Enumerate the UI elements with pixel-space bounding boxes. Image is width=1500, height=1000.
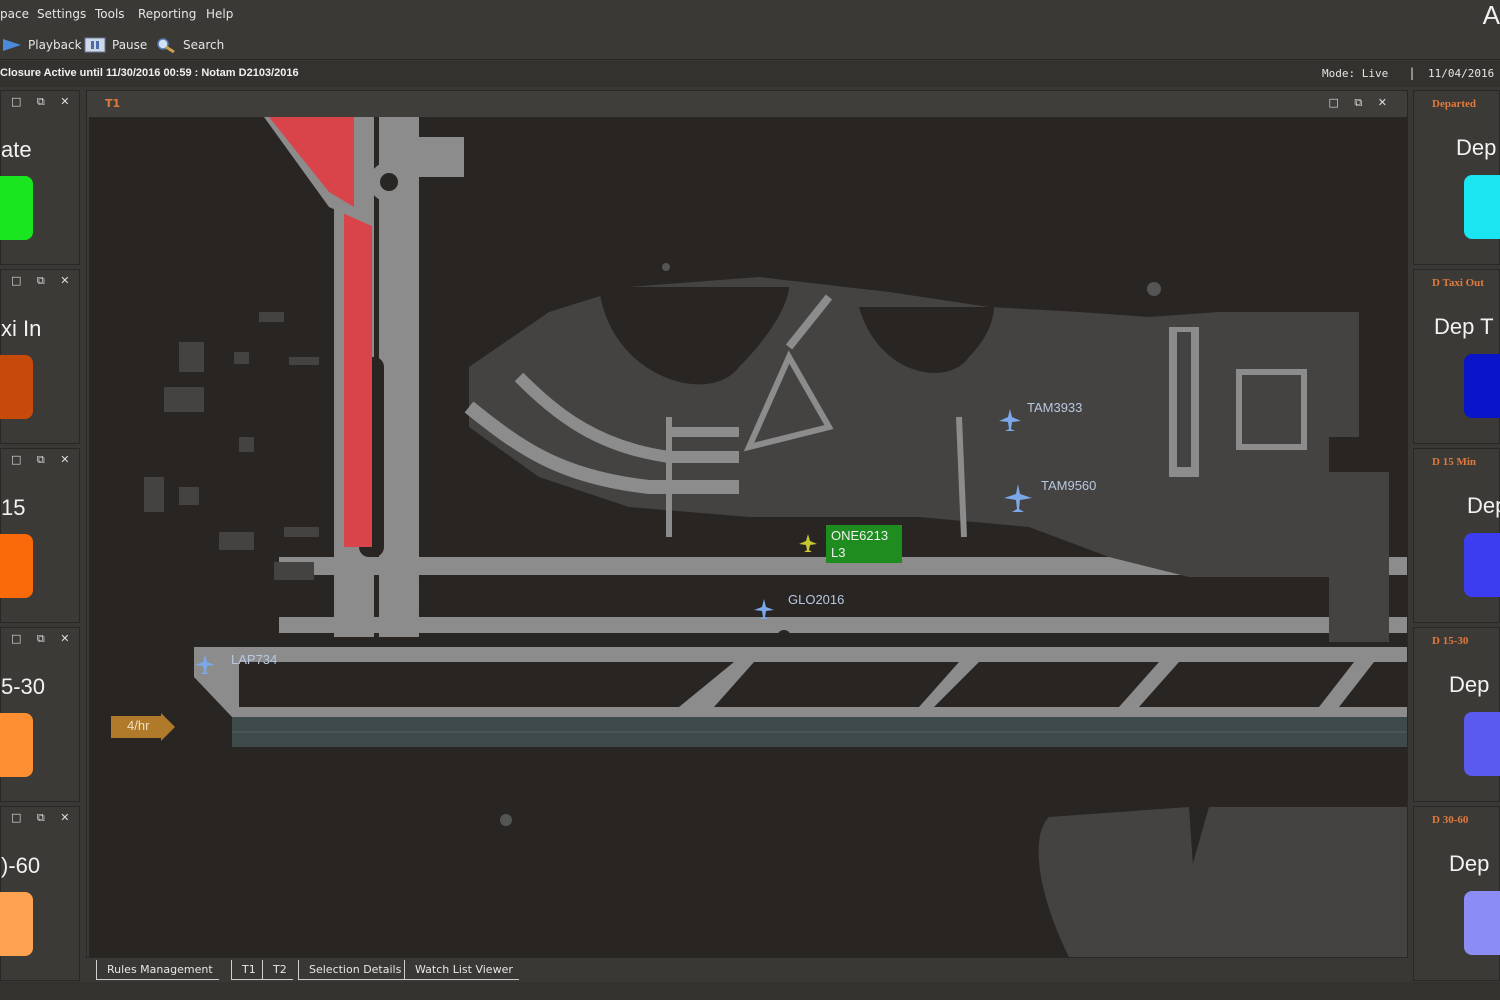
right-panel-15-min[interactable]: D 15 Min Dep: [1413, 448, 1500, 623]
left-panel-15-30[interactable]: □ ⧉ ✕ 5-30: [0, 627, 80, 802]
aircraft-marker[interactable]: [752, 597, 776, 625]
aircraft-icon: [999, 409, 1021, 431]
panel-header[interactable]: D 30-60: [1432, 814, 1468, 826]
right-panel-departed[interactable]: Departed Dep: [1413, 90, 1500, 265]
pause-label: Pause: [112, 38, 148, 52]
panel-window-controls[interactable]: □ ⧉ ✕: [11, 632, 75, 646]
aircraft-marker[interactable]: [997, 407, 1023, 437]
panel-window-controls[interactable]: □ ⧉ ✕: [11, 274, 75, 288]
panel-header[interactable]: D 15 Min: [1432, 456, 1476, 468]
panel-label: Dep: [1449, 672, 1490, 697]
panel-count-tile[interactable]: [0, 534, 33, 598]
panel-label: xi In: [1, 316, 42, 341]
selected-flight-tag[interactable]: ONE6213 L3: [826, 525, 902, 563]
current-date: 11/04/2016: [1428, 67, 1495, 80]
panel-count-tile[interactable]: [1464, 891, 1500, 955]
airport-layout: [144, 117, 1407, 957]
arrival-rate-indicator: 4/hr: [111, 713, 177, 745]
bottom-tab-bar: Rules Management T1 T2 Selection Details…: [86, 958, 1408, 980]
aircraft-marker[interactable]: [193, 652, 217, 680]
menu-item-help[interactable]: Help: [206, 7, 233, 21]
panel-label: )-60: [1, 853, 41, 878]
search-button[interactable]: Search: [155, 35, 224, 55]
panel-label: 5-30: [1, 674, 46, 699]
menu-item-reporting[interactable]: Reporting: [138, 7, 196, 21]
playback-label: Playback: [28, 38, 82, 52]
airport-map-window: T1 □ ⧉ ✕ TAM3933 TAM9560 GLO2016 LAP734 …: [86, 90, 1408, 958]
selected-aircraft-marker[interactable]: [797, 532, 819, 558]
right-panel-15-30[interactable]: D 15-30 Dep: [1413, 627, 1500, 802]
menu-item-settings[interactable]: Settings: [37, 7, 86, 21]
playback-button[interactable]: Playback: [2, 35, 82, 55]
flight-label[interactable]: GLO2016: [788, 592, 844, 607]
left-panel-taxi-in[interactable]: □ ⧉ ✕ xi In: [0, 269, 80, 444]
panel-count-tile[interactable]: [1464, 175, 1500, 239]
panel-header[interactable]: D Taxi Out: [1432, 277, 1484, 289]
aircraft-marker[interactable]: [1002, 482, 1034, 518]
right-panel-taxi-out[interactable]: D Taxi Out Dep T: [1413, 269, 1500, 444]
aircraft-icon: [1004, 484, 1032, 512]
tab-rules-management[interactable]: Rules Management: [96, 960, 219, 980]
status-separator: |: [1410, 66, 1415, 80]
left-panel-gate[interactable]: □ ⧉ ✕ ate: [0, 90, 80, 265]
panel-window-controls[interactable]: □ ⧉ ✕: [11, 811, 75, 825]
panel-header[interactable]: D 15-30: [1432, 635, 1468, 647]
panel-count-tile[interactable]: [0, 892, 33, 956]
left-panel-15[interactable]: □ ⧉ ✕ 15: [0, 448, 80, 623]
panel-label: 15: [1, 495, 26, 520]
search-icon: [157, 38, 175, 53]
map-window-controls[interactable]: □ ⧉ ✕: [1329, 96, 1393, 110]
tab-selection-details[interactable]: Selection Details: [298, 960, 408, 980]
panel-label: Dep: [1467, 493, 1500, 518]
panel-count-tile[interactable]: [0, 713, 33, 777]
search-label: Search: [183, 38, 225, 52]
panel-label: Dep: [1456, 135, 1497, 160]
play-icon: [3, 39, 21, 51]
bottom-strip: [0, 982, 1500, 1000]
toolbar: Playback Pause Search: [0, 30, 1500, 60]
app-logo-letter: A: [1482, 0, 1500, 30]
closure-notice: Closure Active until 11/30/2016 00:59 : …: [0, 67, 299, 79]
map-window-titlebar: T1 □ ⧉ ✕: [87, 91, 1407, 117]
panel-window-controls[interactable]: □ ⧉ ✕: [11, 95, 75, 109]
aircraft-icon: [754, 599, 774, 619]
panel-label: Dep T: [1434, 314, 1494, 339]
panel-label: ate: [1, 137, 32, 162]
panel-label: Dep: [1449, 851, 1490, 876]
mode-indicator: Mode: Live: [1322, 67, 1389, 80]
map-tab-name[interactable]: T1: [105, 97, 120, 110]
panel-window-controls[interactable]: □ ⧉ ✕: [11, 453, 75, 467]
pause-button[interactable]: Pause: [84, 35, 147, 55]
panel-count-tile[interactable]: [1464, 533, 1500, 597]
panel-count-tile[interactable]: [0, 355, 33, 419]
right-panel-30-60[interactable]: D 30-60 Dep: [1413, 806, 1500, 981]
tab-t1[interactable]: T1: [231, 960, 262, 980]
flight-label[interactable]: LAP734: [231, 652, 277, 667]
tab-watch-list-viewer[interactable]: Watch List Viewer: [404, 960, 519, 980]
arrival-rate-label: 4/hr: [127, 718, 150, 733]
aircraft-icon: [799, 534, 817, 552]
airport-surface-map[interactable]: TAM3933 TAM9560 GLO2016 LAP734 ONE6213 L…: [89, 117, 1407, 957]
status-bar: Closure Active until 11/30/2016 00:59 : …: [0, 61, 1500, 87]
selected-flight-callsign: ONE6213: [831, 528, 889, 543]
selected-flight-sub: L3: [831, 545, 846, 560]
panel-count-tile[interactable]: [1464, 712, 1500, 776]
flight-label[interactable]: TAM3933: [1027, 400, 1082, 415]
panel-header[interactable]: Departed: [1432, 98, 1476, 110]
tab-t2[interactable]: T2: [262, 960, 293, 980]
menu-item-workspace[interactable]: pace: [0, 7, 29, 21]
panel-count-tile[interactable]: [1464, 354, 1500, 418]
flight-label[interactable]: TAM9560: [1041, 478, 1096, 493]
panel-count-tile[interactable]: [0, 176, 33, 240]
aircraft-icon: [195, 654, 215, 674]
left-panel-30-60[interactable]: □ ⧉ ✕ )-60: [0, 806, 80, 981]
menu-bar: pace Settings Tools Reporting Help A: [0, 0, 1500, 30]
pause-icon: [84, 37, 106, 53]
menu-item-tools[interactable]: Tools: [95, 7, 125, 21]
